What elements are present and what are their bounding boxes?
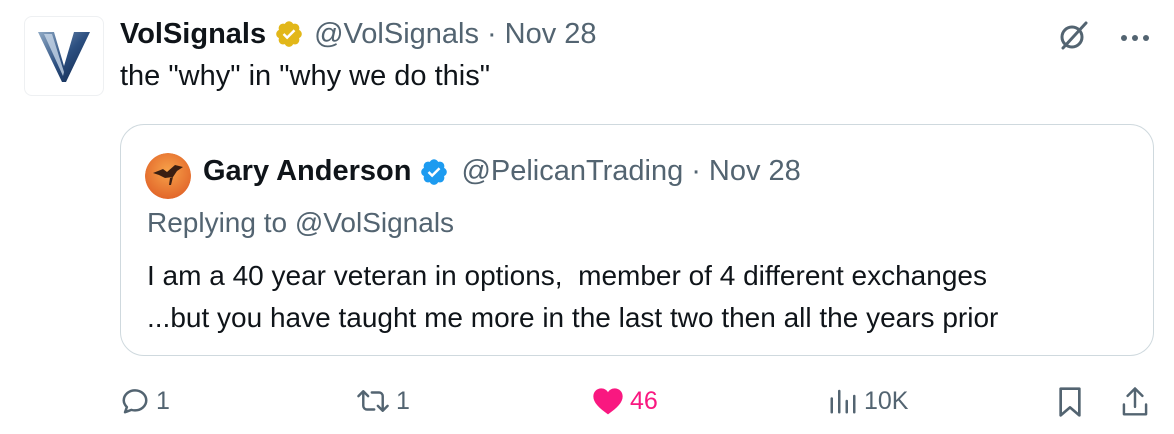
quoted-author-name[interactable]: Gary Anderson [203, 155, 411, 188]
quoted-author-handle[interactable]: @PelicanTrading [461, 155, 683, 188]
reply-button[interactable]: 1 [120, 386, 170, 416]
verified-blue-badge-icon [419, 157, 449, 187]
views-chart-icon [830, 389, 856, 414]
author-name[interactable]: VolSignals [120, 18, 266, 51]
quoted-author-avatar[interactable] [145, 153, 191, 199]
quoted-tweet-header: Gary Anderson @PelicanTrading · Nov 28 [203, 155, 801, 188]
like-count: 46 [630, 386, 658, 415]
quoted-tweet-text: I am a 40 year veteran in options, membe… [147, 255, 998, 339]
repost-button[interactable]: 1 [356, 386, 410, 416]
more-icon[interactable] [1120, 30, 1150, 48]
quoted-text-line-1: I am a 40 year veteran in options, membe… [147, 260, 987, 291]
author-handle[interactable]: @VolSignals [314, 18, 479, 51]
share-button[interactable] [1120, 386, 1150, 418]
tweet-action-bar: 1 1 46 10K [120, 386, 1154, 426]
like-button[interactable]: 46 [592, 386, 658, 416]
quoted-tweet-card[interactable]: Gary Anderson @PelicanTrading · Nov 28 R… [120, 124, 1154, 356]
reply-icon [122, 389, 148, 414]
views-count: 10K [864, 386, 909, 415]
heart-filled-icon [593, 388, 623, 415]
tweet-date[interactable]: Nov 28 [505, 18, 597, 51]
reply-count: 1 [156, 386, 170, 415]
tweet-text: the "why" in "why we do this" [120, 60, 491, 92]
separator-dot: · [486, 17, 497, 50]
share-icon [1122, 387, 1148, 416]
bookmark-icon [1059, 387, 1081, 417]
quoted-text-line-2: ...but you have taught me more in the la… [147, 302, 999, 333]
quoted-separator-dot: · [691, 155, 701, 187]
author-avatar[interactable] [24, 16, 104, 96]
repost-icon [357, 390, 389, 412]
bookmark-button[interactable] [1056, 386, 1084, 418]
verified-gold-badge-icon [274, 19, 304, 49]
repost-count: 1 [396, 386, 410, 415]
views-button[interactable]: 10K [828, 386, 908, 416]
grok-icon[interactable] [1056, 18, 1092, 59]
volsignals-logo [38, 32, 90, 82]
tweet-top-actions [1056, 18, 1150, 59]
pelican-logo-icon [145, 153, 191, 199]
quoted-tweet-date[interactable]: Nov 28 [709, 155, 801, 188]
tweet-header: VolSignals @VolSignals · Nov 28 [120, 14, 597, 54]
replying-to-label: Replying to @VolSignals [147, 207, 455, 238]
